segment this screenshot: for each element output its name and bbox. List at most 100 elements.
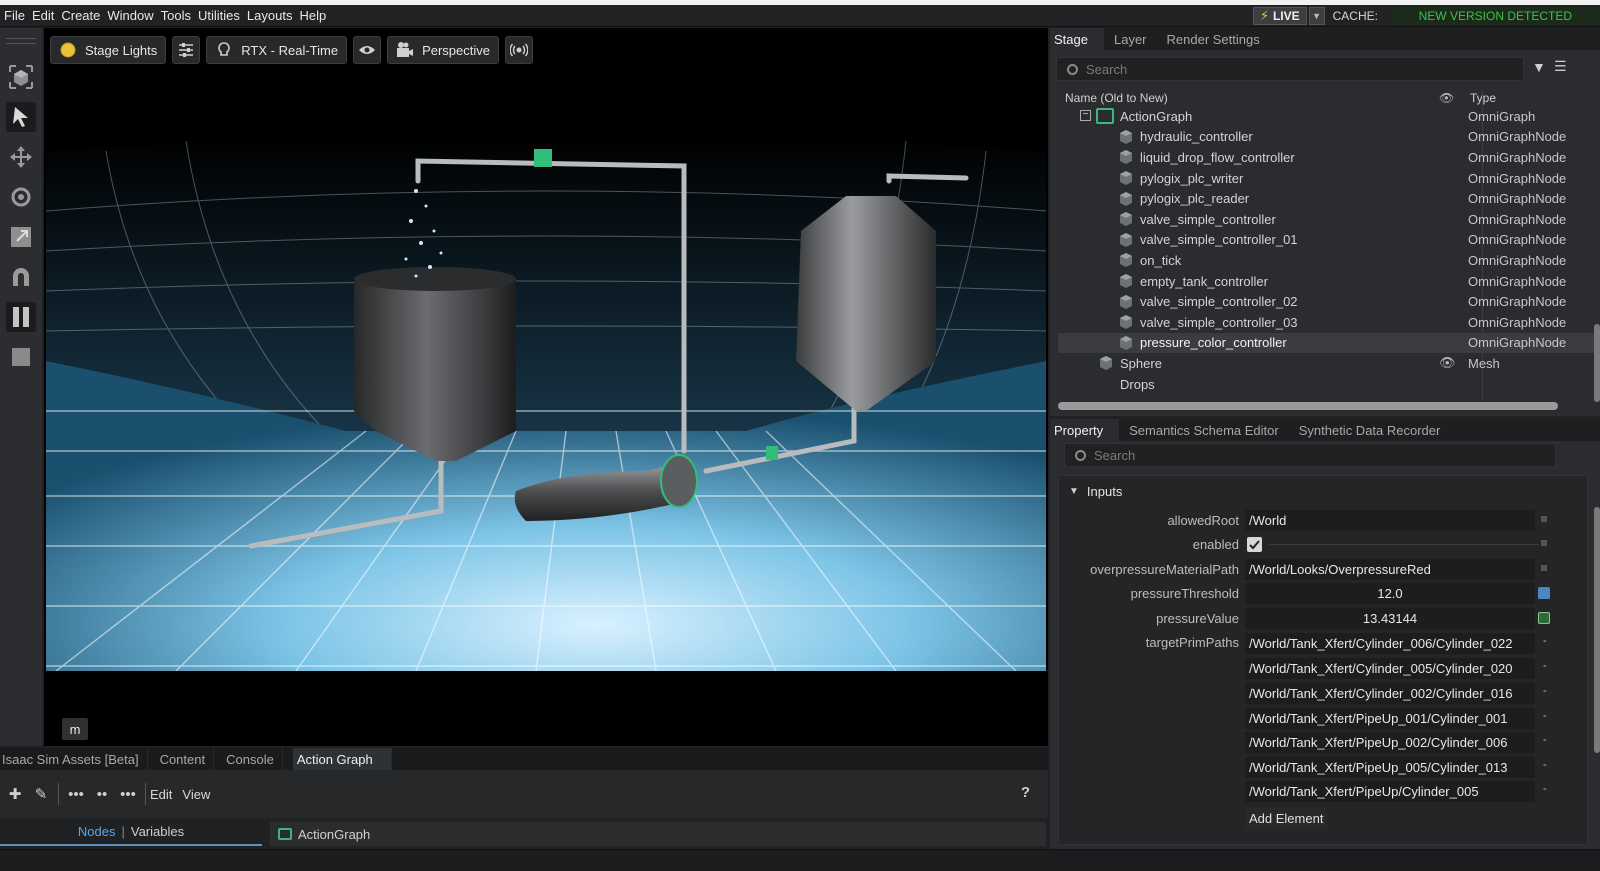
tree-row-node[interactable]: on_tick OmniGraphNode [1058, 250, 1600, 271]
camera-button[interactable]: Perspective [387, 36, 499, 64]
menu-create[interactable]: Create [58, 8, 103, 23]
tab-isaac-sim-assets[interactable]: Isaac Sim Assets [Beta] [0, 748, 148, 770]
tab-action-graph[interactable]: Action Graph [292, 748, 392, 770]
toolbar-grip[interactable] [6, 38, 36, 44]
column-name[interactable]: Name (Old to New) [1065, 91, 1168, 105]
broadcast-button[interactable] [505, 36, 533, 64]
stage-search-input[interactable]: Search [1056, 57, 1524, 81]
menu-help[interactable]: Help [296, 8, 329, 23]
view-menu[interactable]: View [182, 787, 210, 802]
tab-property[interactable]: Property [1050, 419, 1120, 441]
target-path-field[interactable]: /World/Tank_Xfert/PipeUp_001/Cylinder_00… [1245, 708, 1535, 729]
select-mode-tool[interactable] [6, 62, 36, 92]
menu-layouts[interactable]: Layouts [244, 8, 296, 23]
help-icon[interactable]: ? [1021, 784, 1030, 801]
stop-button[interactable] [6, 342, 36, 372]
stage-vertical-scrollbar[interactable] [1594, 324, 1600, 402]
add-element-button[interactable]: Add Element [1245, 808, 1328, 829]
pencil-icon[interactable]: ✎ [28, 785, 54, 803]
menu-tools[interactable]: Tools [158, 8, 194, 23]
viewport-chip[interactable]: m [62, 718, 88, 740]
connection-indicator[interactable] [1538, 612, 1550, 624]
tab-synthetic-data-recorder[interactable]: Synthetic Data Recorder [1289, 419, 1451, 441]
move-tool[interactable] [6, 142, 36, 172]
tab-semantics-schema-editor[interactable]: Semantics Schema Editor [1119, 419, 1289, 441]
pause-button[interactable] [6, 302, 36, 332]
select-tool[interactable] [6, 102, 36, 132]
tree-row-actiongraph[interactable]: − ActionGraph OmniGraph [1058, 106, 1600, 127]
more-dots-icon[interactable]: ••• [63, 786, 89, 803]
menu-file[interactable]: File [1, 8, 28, 23]
pressure-threshold-field[interactable]: 12.0 [1245, 583, 1535, 604]
target-path-field[interactable]: /World/Tank_Xfert/PipeUp_002/Cylinder_00… [1245, 732, 1535, 753]
tree-row-node[interactable]: valve_simple_controller_03 OmniGraphNode [1058, 312, 1600, 333]
remove-element-button[interactable]: - [1543, 635, 1547, 647]
allowed-root-field[interactable]: /World [1245, 510, 1535, 531]
remove-element-button[interactable]: - [1543, 710, 1547, 722]
tab-variables[interactable]: Variables [131, 824, 184, 839]
visibility-column-icon[interactable]: 👁 [1439, 91, 1454, 105]
tree-row-node[interactable]: pylogix_plc_writer OmniGraphNode [1058, 168, 1600, 189]
pressure-value-field[interactable]: 13.43144 [1245, 608, 1535, 629]
menu-window[interactable]: Window [104, 8, 156, 23]
stage-lights-button[interactable]: Stage Lights [50, 36, 167, 64]
tree-row-node[interactable]: empty_tank_controller OmniGraphNode [1058, 271, 1600, 292]
menu-edit[interactable]: Edit [29, 8, 57, 23]
remove-element-button[interactable]: - [1543, 734, 1547, 746]
remove-element-button[interactable]: - [1543, 759, 1547, 771]
viewport[interactable]: Stage Lights RTX - Real-Time Perspective… [44, 28, 1048, 746]
add-icon[interactable]: ✚ [2, 785, 28, 803]
tree-row-node[interactable]: liquid_drop_flow_controller OmniGraphNode [1058, 147, 1600, 168]
overpressure-material-path-field[interactable]: /World/Looks/OverpressureRed [1245, 559, 1535, 580]
snap-tool[interactable] [6, 262, 36, 292]
ellipsis-icon[interactable]: ••• [115, 786, 141, 803]
tab-console[interactable]: Console [224, 748, 283, 770]
target-path-field[interactable]: /World/Tank_Xfert/PipeUp/Cylinder_005 [1245, 781, 1535, 802]
tree-row-node[interactable]: pylogix_plc_reader OmniGraphNode [1058, 188, 1600, 209]
new-version-notice[interactable]: NEW VERSION DETECTED [1392, 6, 1600, 26]
remove-element-button[interactable]: - [1543, 783, 1547, 795]
tree-row-node[interactable]: hydraulic_controller OmniGraphNode [1058, 127, 1600, 148]
property-vertical-scrollbar[interactable] [1594, 507, 1600, 753]
rotate-tool[interactable] [6, 182, 36, 212]
target-path-field[interactable]: /World/Tank_Xfert/Cylinder_005/Cylinder_… [1245, 658, 1535, 679]
prop-state-indicator[interactable] [1541, 565, 1547, 571]
stage-horizontal-scrollbar[interactable] [1058, 402, 1558, 410]
collapse-icon[interactable]: − [1080, 110, 1091, 121]
tree-row-drops[interactable]: Drops [1058, 374, 1600, 395]
menu-utilities[interactable]: Utilities [195, 8, 243, 23]
value-changed-indicator[interactable] [1538, 587, 1550, 599]
tab-stage[interactable]: Stage [1050, 28, 1104, 50]
tab-nodes[interactable]: Nodes [78, 824, 116, 839]
viewport-settings-button[interactable] [172, 36, 201, 64]
live-dropdown-button[interactable]: ▼ [1308, 7, 1325, 25]
prop-state-indicator[interactable] [1541, 540, 1547, 546]
filter-icon[interactable]: ▼ [1532, 59, 1546, 75]
target-path-field[interactable]: /World/Tank_Xfert/Cylinder_006/Cylinder_… [1245, 633, 1535, 654]
remove-element-button[interactable]: - [1543, 685, 1547, 697]
dots-icon[interactable]: •• [89, 786, 115, 803]
scene-render[interactable] [46, 31, 1046, 671]
visibility-button[interactable] [353, 36, 382, 64]
enabled-checkbox[interactable] [1247, 537, 1262, 552]
target-path-field[interactable]: /World/Tank_Xfert/PipeUp_005/Cylinder_01… [1245, 757, 1535, 778]
tab-render-settings[interactable]: Render Settings [1157, 28, 1270, 50]
options-menu-icon[interactable]: ☰ [1554, 58, 1567, 75]
inputs-section-header[interactable]: ▼ Inputs [1069, 484, 1122, 499]
scale-tool[interactable] [6, 222, 36, 252]
property-search-input[interactable]: Search [1064, 443, 1556, 467]
tree-row-node[interactable]: valve_simple_controller_01 OmniGraphNode [1058, 230, 1600, 251]
tree-row-node-selected[interactable]: pressure_color_controller OmniGraphNode [1058, 332, 1600, 354]
live-button[interactable]: ⚡ LIVE [1252, 7, 1307, 25]
prop-state-indicator[interactable] [1541, 516, 1547, 522]
tab-layer[interactable]: Layer [1104, 28, 1157, 50]
column-type[interactable]: Type [1470, 91, 1496, 105]
tab-content[interactable]: Content [158, 748, 215, 770]
renderer-button[interactable]: RTX - Real-Time [206, 36, 348, 64]
visibility-eye-icon[interactable]: 👁 [1439, 355, 1457, 371]
tree-row-node[interactable]: valve_simple_controller_02 OmniGraphNode [1058, 291, 1600, 312]
tree-row-sphere[interactable]: Sphere 👁 Mesh [1058, 353, 1600, 374]
tree-row-node[interactable]: valve_simple_controller OmniGraphNode [1058, 209, 1600, 230]
graph-tab-actiongraph[interactable]: ActionGraph [270, 822, 1046, 846]
remove-element-button[interactable]: - [1543, 660, 1547, 672]
